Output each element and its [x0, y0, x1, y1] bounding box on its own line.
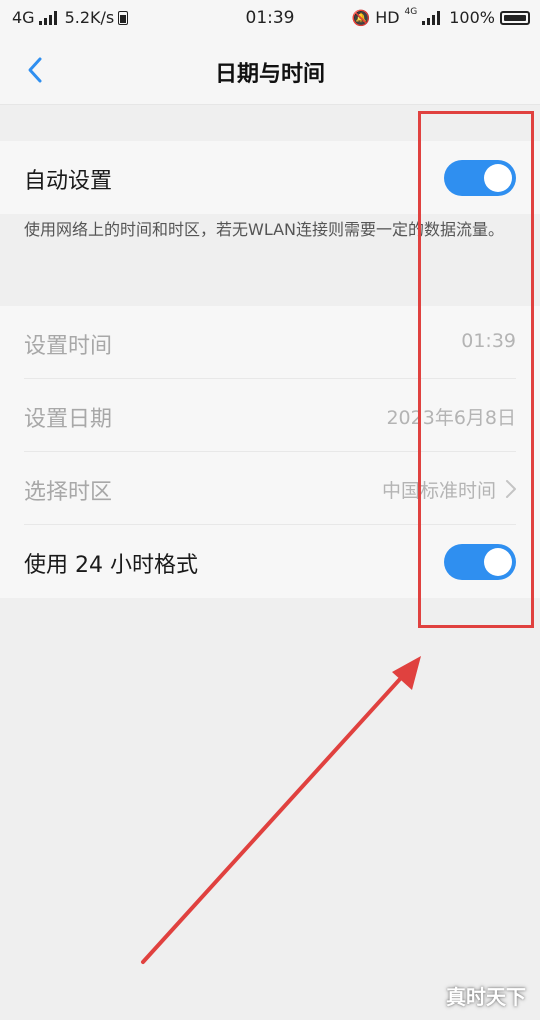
watermark-logo: 真时天下 [446, 985, 526, 1009]
annotation-arrow-icon [141, 656, 421, 964]
